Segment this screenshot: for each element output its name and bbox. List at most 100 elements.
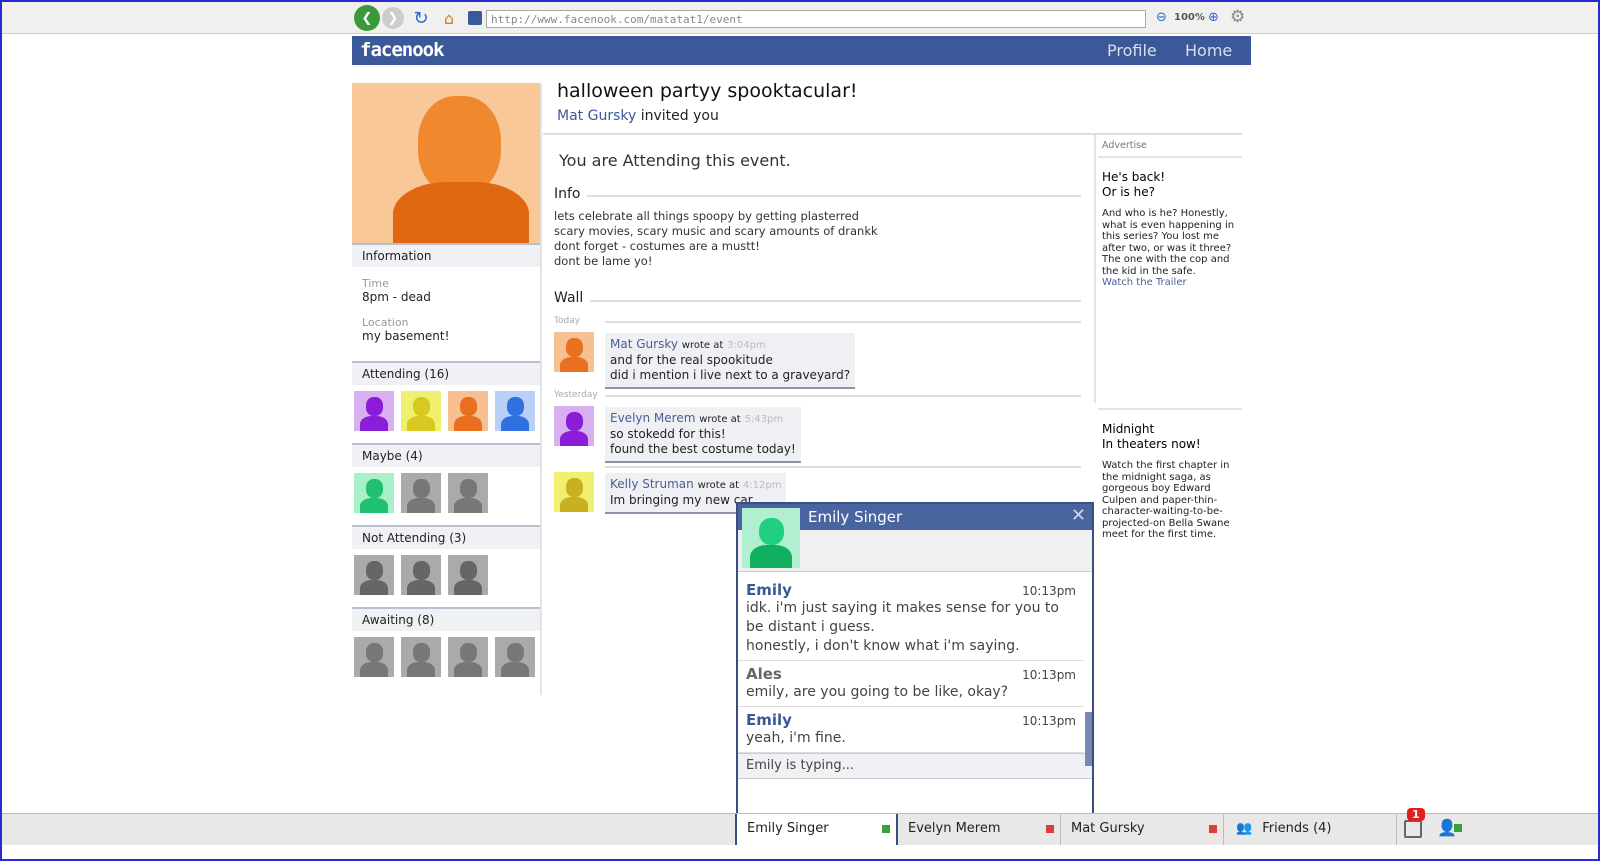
poster-name-link[interactable]: Kelly Struman [610, 477, 694, 491]
watch-trailer-link[interactable]: Watch the Trailer [1102, 277, 1238, 289]
ad-item: Midnight In theaters now! Watch the first… [1098, 410, 1242, 553]
friends-list-button[interactable]: 👥 Friends (4) [1224, 814, 1397, 845]
online-status-dot [1454, 824, 1462, 832]
site-navbar: facenook Profile Home [352, 36, 1251, 65]
guest-avatar[interactable] [401, 555, 441, 595]
guest-avatar[interactable] [401, 473, 441, 513]
close-icon[interactable]: ✕ [1071, 505, 1086, 526]
message-time: 10:13pm [1022, 714, 1076, 728]
guest-avatar[interactable] [401, 637, 441, 677]
back-button[interactable]: ❮ [354, 5, 380, 31]
chat-tab-evelyn-merem[interactable]: Evelyn Merem [898, 814, 1061, 845]
chat-tab-label: Evelyn Merem [908, 821, 1001, 836]
ad-body: And who is he? Honestly, what is even ha… [1102, 208, 1235, 277]
description-line: dont be lame yo! [554, 254, 653, 268]
rsvp-groups: Attending (16) Maybe (4) Not Attending (3)… [352, 361, 540, 677]
chat-message: 10:13pm Emily idk. i'm just saying it make… [738, 577, 1084, 661]
post-text: and for the real spookitude [610, 353, 773, 367]
forward-button[interactable]: ❯ [382, 7, 404, 29]
poster-name-link[interactable]: Mat Gursky [610, 337, 678, 351]
chat-profile-bar [738, 508, 1092, 572]
rsvp-group-header[interactable]: Not Attending (3) [352, 525, 540, 549]
online-status-dot [882, 825, 890, 833]
guest-avatar[interactable] [448, 637, 488, 677]
info-header: Info [554, 186, 581, 202]
poster-name-link[interactable]: Evelyn Merem [610, 411, 695, 425]
guest-avatar[interactable] [448, 391, 488, 431]
ad-body: Watch the first chapter in the midnight … [1102, 460, 1230, 540]
chat-bar: Emily Singer Evelyn Merem Mat Gursky 👥 Fr… [2, 808, 1598, 845]
guest-avatar[interactable] [354, 473, 394, 513]
chat-messages: 10:13pm Emily idk. i'm just saying it make… [738, 577, 1084, 753]
notifications-icon[interactable] [1404, 820, 1422, 838]
rsvp-avatar-row [352, 549, 540, 595]
event-photo [352, 83, 540, 243]
inviter-link[interactable]: Mat Gursky [557, 108, 636, 124]
zoom-in-icon[interactable]: ⊕ [1208, 10, 1219, 25]
message-text: emily, are you going to be like, okay? [746, 684, 1009, 700]
refresh-button[interactable]: ↻ [410, 7, 432, 29]
chat-tab-emily-singer[interactable]: Emily Singer [735, 814, 898, 845]
guest-avatar[interactable] [354, 555, 394, 595]
guest-avatar[interactable] [448, 555, 488, 595]
wrote-at-label: wrote at [697, 480, 740, 491]
settings-gear-icon[interactable]: ⚙ [1230, 7, 1245, 27]
poster-avatar[interactable] [554, 472, 594, 512]
zoom-level: 100% [1174, 12, 1205, 23]
chat-tab-label: Mat Gursky [1071, 821, 1145, 836]
rsvp-avatar-row [352, 467, 540, 513]
chat-contact-name: Emily Singer [808, 508, 903, 526]
chat-tab-mat-gursky[interactable]: Mat Gursky [1061, 814, 1224, 845]
wall-header: Wall [554, 290, 584, 306]
rsvp-group-header[interactable]: Awaiting (8) [352, 607, 540, 631]
zoom-out-icon[interactable]: ⊖ [1156, 10, 1167, 25]
home-button[interactable]: ⌂ [438, 7, 460, 29]
rsvp-group-header[interactable]: Attending (16) [352, 361, 540, 385]
chat-tab-label: Emily Singer [747, 821, 829, 836]
guest-avatar[interactable] [448, 473, 488, 513]
notification-badge: 1 [1407, 808, 1425, 821]
ad-subtitle: In theaters now! [1102, 437, 1201, 451]
information-header: Information [352, 243, 540, 267]
typing-indicator: Emily is typing... [738, 753, 1092, 779]
friends-label: Friends (4) [1262, 821, 1332, 836]
chat-scrollbar[interactable] [1085, 712, 1092, 766]
ad-subtitle: Or is he? [1102, 185, 1155, 199]
nav-home-link[interactable]: Home [1185, 41, 1232, 60]
chat-avatar [742, 508, 800, 568]
rsvp-group-header[interactable]: Maybe (4) [352, 443, 540, 467]
poster-avatar[interactable] [554, 332, 594, 372]
post-text: did i mention i live next to a graveyard… [610, 368, 851, 382]
site-icon [468, 11, 482, 25]
poster-avatar[interactable] [554, 406, 594, 446]
guest-avatar[interactable] [495, 637, 535, 677]
event-sidebar: Information Time 8pm - dead Location my … [352, 83, 542, 695]
wall-post: Evelyn Merem wrote at 5:43pm so stokedd f… [605, 407, 801, 463]
ad-title: He's back! [1102, 170, 1166, 184]
guest-avatar[interactable] [495, 391, 535, 431]
site-logo[interactable]: facenook [360, 39, 445, 61]
location-value: my basement! [362, 329, 450, 343]
chat-window: Emily Singer ✕ 10:13pm Emily idk. i'm just… [736, 502, 1094, 831]
today-label: Today [554, 316, 581, 326]
message-text: idk. i'm just saying it makes sense for … [746, 600, 1059, 635]
guest-avatar[interactable] [354, 637, 394, 677]
advertise-header: Advertise [1098, 135, 1242, 158]
post-time: 3:04pm [727, 340, 766, 351]
guest-avatar[interactable] [401, 391, 441, 431]
time-label: Time [362, 277, 389, 290]
friends-icon: 👥 [1236, 821, 1253, 836]
attending-status: You are Attending this event. [559, 151, 791, 170]
nav-profile-link[interactable]: Profile [1107, 41, 1157, 60]
guest-avatar[interactable] [354, 391, 394, 431]
ad-column: Advertise He's back! Or is he? And who is… [1098, 135, 1242, 553]
address-bar[interactable]: http://www.facenook.com/matatat1/event [486, 10, 1146, 28]
yesterday-label: Yesterday [554, 390, 598, 400]
post-text: so stokedd for this! [610, 427, 726, 441]
offline-status-dot [1046, 825, 1054, 833]
rsvp-avatar-row [352, 631, 540, 677]
description-line: scary movies, scary music and scary amou… [554, 224, 878, 238]
message-time: 10:13pm [1022, 584, 1076, 598]
ad-item: He's back! Or is he? And who is he? Hones… [1098, 158, 1242, 410]
post-time: 5:43pm [744, 414, 784, 425]
